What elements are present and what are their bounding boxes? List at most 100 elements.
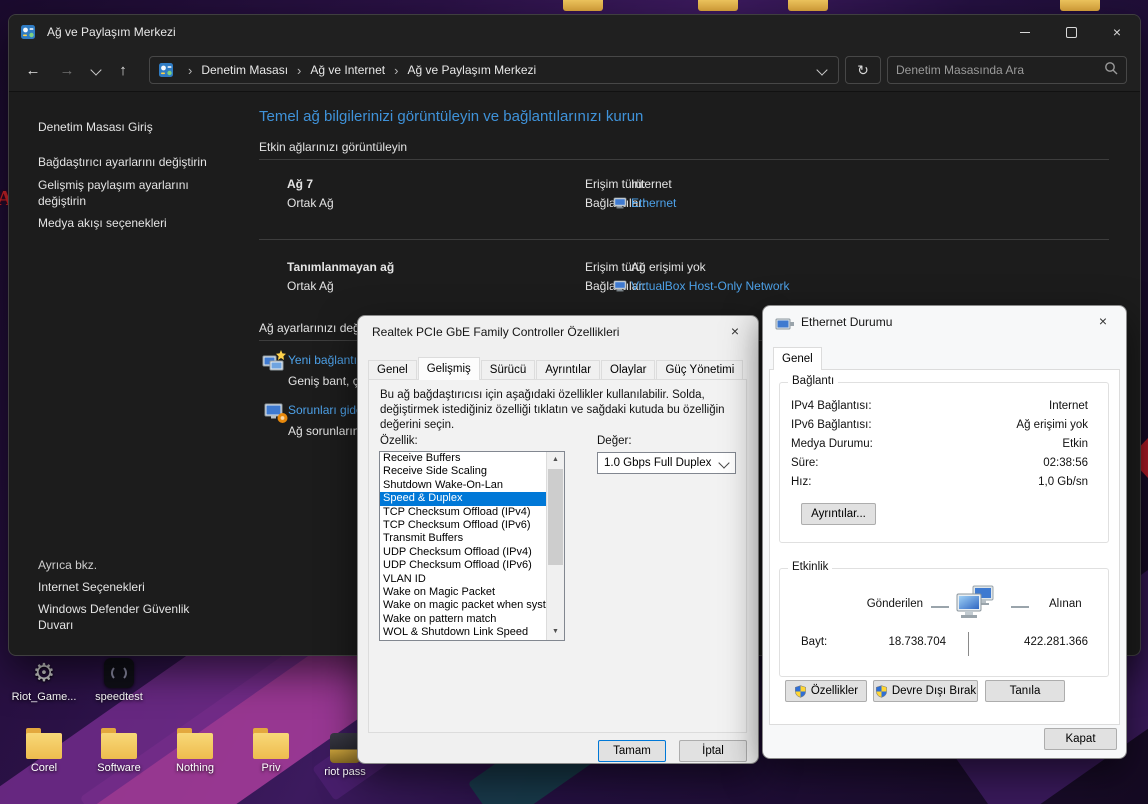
cancel-button[interactable]: İptal: [679, 740, 747, 762]
ipv6-value: Ağ erişimi yok: [1016, 419, 1088, 431]
sidebar-item-adapter-settings[interactable]: Bağdaştırıcı ayarlarını değiştirin: [38, 154, 207, 170]
desktop-icon-label: Riot_Game...: [12, 691, 77, 704]
riot-pass-icon: [330, 733, 360, 763]
combobox-value: 1.0 Gbps Full Duplex: [604, 457, 711, 469]
close-button[interactable]: ×: [1094, 15, 1140, 49]
listbox-item[interactable]: UDP Checksum Offload (IPv6): [380, 559, 549, 572]
details-button[interactable]: Ayrıntılar...: [801, 503, 876, 525]
ipv4-label: IPv4 Bağlantısı:: [791, 400, 872, 412]
disable-label: Devre Dışı Bırak: [892, 685, 976, 697]
tab-ayrintilar[interactable]: Ayrıntılar: [536, 360, 600, 380]
breadcrumb-item-network-internet[interactable]: Ağ ve Internet: [307, 63, 388, 77]
search-box[interactable]: [887, 56, 1127, 84]
properties-listbox[interactable]: Receive Buffers Receive Side Scaling Shu…: [379, 451, 565, 641]
folder-icon[interactable]: [563, 0, 603, 11]
tab-olaylar[interactable]: Olaylar: [601, 360, 655, 380]
breadcrumb-separator: ›: [388, 63, 404, 78]
connection-link-ethernet[interactable]: Ethernet: [631, 195, 676, 211]
maximize-button[interactable]: [1048, 15, 1094, 49]
folder-icon[interactable]: [788, 0, 828, 11]
desktop-icon-nothing[interactable]: Nothing: [157, 726, 233, 775]
close-dialog-button[interactable]: Kapat: [1044, 728, 1117, 750]
desktop-icon-riot-game[interactable]: ⚙ Riot_Game...: [6, 658, 82, 704]
sidebar-item-home[interactable]: Denetim Masası Giriş: [38, 119, 153, 135]
breadcrumb-item-control-panel[interactable]: Denetim Masası: [198, 63, 291, 77]
close-icon: ×: [1099, 314, 1107, 328]
task-new-connection[interactable]: Yeni bağlantı: [288, 352, 357, 368]
bytes-divider: [968, 632, 969, 656]
ok-button[interactable]: Tamam: [598, 740, 666, 762]
activity-group: Etkinlik: [779, 568, 1109, 677]
breadcrumb-separator: ›: [291, 63, 307, 78]
tab-genel[interactable]: Genel: [368, 360, 417, 380]
sidebar-item-internet-options[interactable]: Internet Seçenekleri: [38, 579, 145, 595]
listbox-item[interactable]: Receive Buffers: [380, 452, 549, 465]
listbox-item[interactable]: Shutdown Wake-On-Lan: [380, 479, 549, 492]
history-chevron-button[interactable]: [85, 49, 107, 91]
details-label: Ayrıntılar...: [811, 508, 866, 520]
listbox-item[interactable]: UDP Checksum Offload (IPv4): [380, 546, 549, 559]
value-combobox[interactable]: 1.0 Gbps Full Duplex: [597, 452, 736, 474]
listbox-item[interactable]: Wake on Magic Packet: [380, 586, 549, 599]
disable-button[interactable]: Devre Dışı Bırak: [873, 680, 978, 702]
tab-guc-yonetimi[interactable]: Güç Yönetimi: [656, 360, 743, 380]
desktop-icon-corel[interactable]: Corel: [6, 726, 82, 775]
troubleshoot-icon: [263, 401, 289, 430]
listbox-item[interactable]: Wake on magic packet when syste: [380, 599, 549, 612]
sidebar-item-sharing-settings[interactable]: Gelişmiş paylaşım ayarlarını değiştirin: [38, 177, 223, 209]
search-icon: [1104, 61, 1118, 80]
media-state-value: Etkin: [1062, 438, 1088, 450]
sidebar-item-media-streaming[interactable]: Medya akışı seçenekleri: [38, 215, 167, 231]
close-button[interactable]: ×: [1084, 308, 1122, 334]
speedtest-icon: [104, 658, 134, 688]
listbox-item-selected[interactable]: Speed & Duplex: [380, 492, 549, 505]
tab-surucu[interactable]: Sürücü: [481, 360, 535, 380]
scroll-thumb[interactable]: [548, 469, 563, 565]
up-button[interactable]: ↑: [109, 49, 137, 91]
navigation-toolbar: ← → ↑ › Denetim Masası › Ağ ve Internet …: [9, 49, 1140, 92]
scroll-up-arrow[interactable]: ▲: [547, 452, 564, 468]
task-troubleshoot[interactable]: Sorunları gide: [288, 402, 363, 418]
sent-label: Gönderilen: [861, 598, 923, 610]
back-button[interactable]: ←: [19, 49, 47, 91]
listbox-item[interactable]: Receive Side Scaling: [380, 465, 549, 478]
listbox-item[interactable]: TCP Checksum Offload (IPv6): [380, 519, 549, 532]
scroll-down-arrow[interactable]: ▼: [547, 624, 564, 640]
sidebar-item-defender-firewall[interactable]: Windows Defender Güvenlik Duvarı: [38, 601, 228, 633]
desktop-icon-priv[interactable]: Priv: [233, 726, 309, 775]
title-bar: Ağ ve Paylaşım Merkezi ×: [9, 15, 1140, 49]
listbox-item[interactable]: Transmit Buffers: [380, 532, 549, 545]
properties-button[interactable]: Özellikler: [785, 680, 867, 702]
minimize-button[interactable]: [1002, 15, 1048, 49]
breadcrumb-dropdown-button[interactable]: [818, 66, 838, 74]
listbox-scrollbar[interactable]: ▲ ▼: [546, 452, 564, 640]
close-button[interactable]: ×: [716, 318, 754, 344]
breadcrumb-item-network-sharing[interactable]: Ağ ve Paylaşım Merkezi: [404, 63, 539, 77]
forward-button[interactable]: →: [53, 49, 81, 91]
desktop-icon-label: Software: [97, 762, 140, 775]
page-title: Temel ağ bilgilerinizi görüntüleyin ve b…: [259, 108, 643, 125]
listbox-item[interactable]: Wake on pattern match: [380, 613, 549, 626]
duration-value: 02:38:56: [1043, 457, 1088, 469]
folder-icon[interactable]: [1060, 0, 1100, 11]
listbox-item[interactable]: WOL & Shutdown Link Speed: [380, 626, 549, 639]
listbox-item[interactable]: VLAN ID: [380, 573, 549, 586]
uac-shield-icon: [875, 685, 888, 698]
network-type: Ortak Ağ: [287, 195, 334, 211]
desktop: A ⚙ Riot_Game... speedtest Corel Softwar…: [0, 0, 1148, 804]
properties-label: Özellikler: [811, 685, 858, 697]
breadcrumb[interactable]: › Denetim Masası › Ağ ve Internet › Ağ v…: [149, 56, 839, 84]
ethernet-adapter-icon: [613, 196, 627, 214]
folder-icon: [26, 733, 62, 759]
folder-icon[interactable]: [698, 0, 738, 11]
diagnose-button[interactable]: Tanıla: [985, 680, 1065, 702]
diagnose-label: Tanıla: [1010, 685, 1041, 697]
tab-gelismis[interactable]: Gelişmiş: [418, 357, 480, 380]
tab-genel[interactable]: Genel: [773, 347, 822, 370]
desktop-icon-speedtest[interactable]: speedtest: [81, 658, 157, 704]
desktop-icon-software[interactable]: Software: [81, 726, 157, 775]
listbox-item[interactable]: TCP Checksum Offload (IPv4): [380, 506, 549, 519]
refresh-button[interactable]: ↻: [845, 56, 881, 84]
connection-link-virtualbox[interactable]: VirtualBox Host-Only Network: [631, 278, 790, 294]
search-input[interactable]: [888, 63, 1104, 77]
